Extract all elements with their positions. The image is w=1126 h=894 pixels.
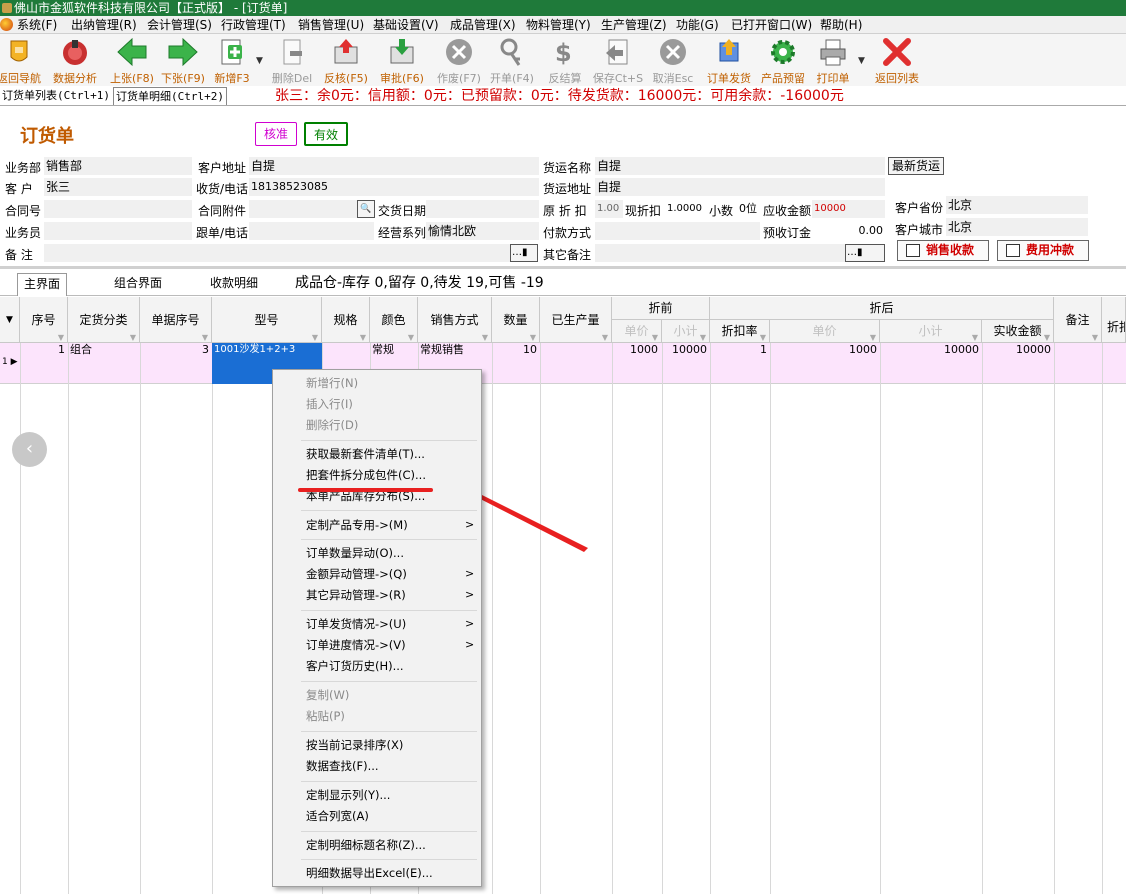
menu-separator [301, 731, 477, 732]
menu-item-new-row[interactable]: 新增行(N) [306, 375, 358, 391]
menu-item-copy[interactable]: 复制(W) [306, 687, 349, 703]
menu-separator [301, 831, 477, 832]
menu-separator [301, 440, 477, 441]
submenu-arrow-icon: > [465, 617, 475, 630]
menu-item-export-excel[interactable]: 明细数据导出Excel(E)... [306, 865, 433, 881]
submenu-arrow-icon: > [465, 518, 475, 531]
menu-item-qty-change[interactable]: 订单数量异动(O)... [306, 545, 404, 561]
submenu-arrow-icon: > [465, 588, 475, 601]
menu-item-custom-product[interactable]: 定制产品专用->(M) > [306, 517, 474, 533]
submenu-arrow-icon: > [465, 567, 475, 580]
menu-item-fit-width[interactable]: 适合列宽(A) [306, 808, 369, 824]
menu-item-find[interactable]: 数据查找(F)... [306, 758, 379, 774]
submenu-arrow-icon: > [465, 638, 475, 651]
menu-item-delete-row[interactable]: 删除行(D) [306, 417, 358, 433]
annotation-underline [298, 488, 433, 492]
menu-item-custom-title[interactable]: 定制明细标题名称(Z)... [306, 837, 426, 853]
menu-item-custom-columns[interactable]: 定制显示列(Y)... [306, 787, 390, 803]
menu-item-sort[interactable]: 按当前记录排序(X) [306, 737, 403, 753]
menu-separator [301, 510, 477, 511]
menu-separator [301, 681, 477, 682]
menu-item-amount-change[interactable]: 金额异动管理->(Q) > [306, 566, 474, 582]
menu-item-insert-row[interactable]: 插入行(I) [306, 396, 353, 412]
menu-separator [301, 781, 477, 782]
menu-item-paste[interactable]: 粘贴(P) [306, 708, 345, 724]
menu-item-history[interactable]: 客户订货历史(H)... [306, 658, 404, 674]
menu-separator [301, 859, 477, 860]
menu-item-get-kit[interactable]: 获取最新套件清单(T)... [306, 446, 425, 462]
context-menu: 新增行(N) 插入行(I) 删除行(D) 获取最新套件清单(T)... 把套件拆… [272, 369, 482, 887]
menu-item-ship-status[interactable]: 订单发货情况->(U) > [306, 616, 474, 632]
menu-item-split-kit[interactable]: 把套件拆分成包件(C)... [306, 467, 426, 483]
menu-separator [301, 539, 477, 540]
menu-item-progress[interactable]: 订单进度情况->(V) > [306, 637, 474, 653]
menu-separator [301, 610, 477, 611]
menu-item-other-change[interactable]: 其它异动管理->(R) > [306, 587, 474, 603]
annotation-arrow [432, 470, 588, 552]
